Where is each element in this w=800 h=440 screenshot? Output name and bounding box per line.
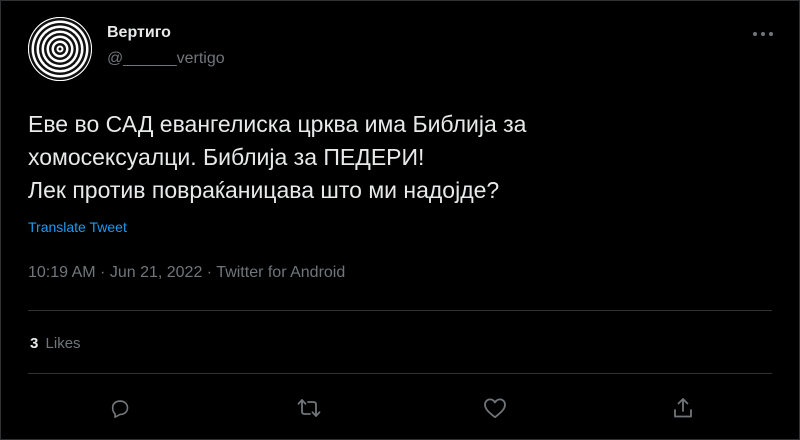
like-icon	[484, 398, 506, 419]
tweet-source[interactable]: Twitter for Android	[216, 264, 345, 281]
divider	[28, 310, 772, 311]
more-options-icon[interactable]	[750, 24, 776, 44]
meta-separator: ·	[95, 264, 110, 281]
tweet-text-line: Лек против повраќаницава што ми надојде?	[28, 177, 500, 203]
retweet-button[interactable]	[294, 393, 324, 423]
reply-button[interactable]	[105, 393, 135, 423]
reply-icon	[111, 400, 129, 418]
likes-count: 3	[30, 335, 39, 352]
tweet-metadata: 10:19 AM · Jun 21, 2022 · Twitter for An…	[28, 264, 345, 282]
share-icon	[674, 398, 692, 418]
meta-separator: ·	[202, 264, 217, 281]
author-handle[interactable]: @______vertigo	[107, 50, 225, 68]
avatar[interactable]	[28, 17, 92, 81]
likes-stat[interactable]: 3 Likes	[30, 335, 81, 352]
author-display-name[interactable]: Вертиго	[107, 24, 171, 42]
tweet-text: Еве во САД евангелиска црква има Библија…	[28, 108, 768, 207]
tweet-text-line: хомосексуалци. Библија за ПЕДЕРИ!	[28, 144, 425, 170]
divider	[28, 373, 772, 374]
likes-label: Likes	[45, 335, 81, 352]
like-button[interactable]	[480, 393, 510, 423]
tweet-text-line: Еве во САД евангелиска црква има Библија…	[28, 111, 527, 137]
tweet-date[interactable]: Jun 21, 2022	[110, 264, 203, 281]
retweet-icon	[297, 399, 321, 417]
translate-tweet-link[interactable]: Translate Tweet	[28, 219, 127, 235]
tweet-time[interactable]: 10:19 AM	[28, 264, 96, 281]
share-button[interactable]	[668, 393, 698, 423]
